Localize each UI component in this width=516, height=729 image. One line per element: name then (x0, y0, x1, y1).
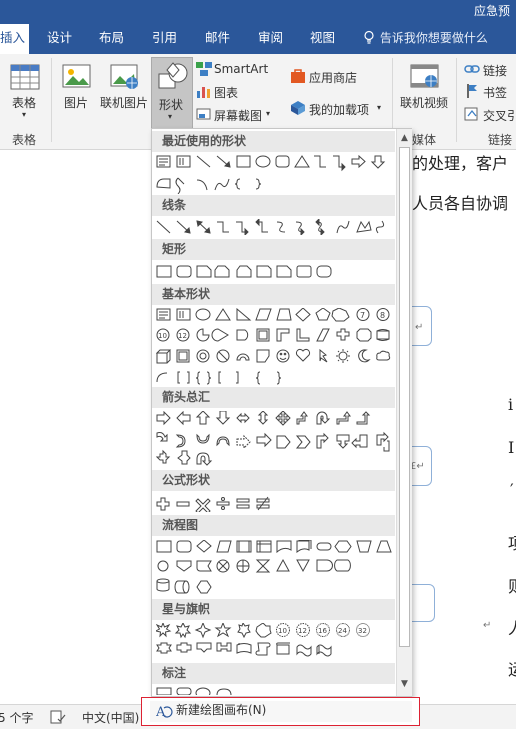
svg-text:24: 24 (338, 627, 347, 635)
svg-text:12: 12 (178, 332, 187, 340)
svg-text:16: 16 (318, 627, 327, 635)
online-video-button[interactable]: 联机视频 (400, 94, 448, 111)
recent-shapes-row[interactable] (156, 154, 396, 194)
doc-text-line: 人员各自协调 (412, 194, 509, 213)
cross-reference-button[interactable]: 交叉引 (483, 107, 516, 124)
doc-text-fragment: i (508, 395, 514, 414)
link-icon (464, 63, 480, 78)
rectangles-row[interactable] (156, 264, 396, 280)
word-count[interactable]: 5 个字 (0, 709, 33, 726)
shapes-label: 形状 (159, 98, 184, 112)
links-group-label: 链接 (488, 133, 513, 147)
smartart-icon (196, 62, 212, 79)
tab-references[interactable]: 引用 (152, 24, 177, 54)
doc-text-fragment: 运 (508, 656, 516, 680)
my-addins-button[interactable]: 我的加载项 (309, 101, 369, 118)
category-stars-banners: 星与旗帜 (152, 599, 395, 620)
language-indicator[interactable]: 中文(中国) (82, 709, 139, 726)
cross-reference-icon (464, 107, 480, 124)
app-store-button[interactable]: 应用商店 (309, 69, 357, 86)
addins-icon (290, 100, 306, 119)
flowchart-rows[interactable] (156, 540, 396, 596)
tab-design[interactable]: 设计 (47, 24, 72, 54)
paragraph-mark: ↵ (415, 322, 424, 333)
screenshot-icon (196, 107, 212, 124)
callouts-row[interactable] (156, 687, 396, 695)
scroll-down-icon[interactable]: ▼ (399, 678, 410, 690)
new-drawing-canvas-label: 新建绘图画布(N) (176, 703, 267, 717)
online-video-icon (410, 62, 440, 93)
scroll-up-icon[interactable]: ▲ (399, 132, 410, 144)
stars-banners-rows[interactable]: 10 12 16 24 32 (156, 623, 396, 659)
media-group-label: 媒体 (412, 133, 437, 147)
online-picture-button[interactable]: 联机图片 (100, 94, 148, 111)
category-block-arrows: 箭头总汇 (152, 387, 395, 408)
link-button[interactable]: 链接 (483, 62, 507, 79)
picture-icon (62, 62, 92, 93)
doc-text-fragment: 项 (508, 530, 516, 554)
table-dropdown-icon[interactable]: ▾ (22, 110, 26, 119)
doc-text-fragment: 人 (508, 615, 516, 639)
svg-text:12: 12 (298, 627, 307, 635)
store-icon (290, 68, 306, 87)
tab-view[interactable]: 视图 (310, 24, 335, 54)
proofing-icon[interactable] (50, 710, 66, 727)
gallery-scrollbar[interactable]: ▲ ▼ (396, 129, 412, 696)
category-callouts: 标注 (152, 663, 395, 684)
addins-dropdown-icon[interactable]: ▾ (377, 103, 381, 112)
bookmark-icon (466, 84, 478, 101)
table-group-label: 表格 (12, 133, 37, 147)
category-recent-shapes: 最近使用的形状 (152, 131, 395, 152)
tab-review[interactable]: 审阅 (258, 24, 283, 54)
screenshot-dropdown-icon[interactable]: ▾ (266, 109, 270, 118)
drawing-canvas-icon: A (155, 703, 174, 722)
tell-me-box[interactable]: 告诉我你想要做什么 (362, 24, 488, 54)
shapes-dropdown-icon: ▾ (168, 112, 173, 121)
paragraph-mark: ↵ (483, 620, 492, 631)
scroll-thumb[interactable] (399, 147, 410, 647)
shapes-gallery: 最近使用的形状 线条 矩形 基本形状 7 8 10 12 箭头总汇 公式形状 流… (151, 128, 412, 697)
block-arrows-rows[interactable] (156, 411, 396, 467)
title-bar: 应急预 (0, 0, 516, 24)
tab-layout[interactable]: 布局 (99, 24, 124, 54)
paragraph-mark: £↵ (410, 461, 425, 472)
doc-text-fragment: ′ (510, 480, 514, 499)
shapes-button[interactable]: 形状 ▾ (151, 57, 193, 129)
ribbon-divider (456, 58, 457, 142)
chart-button[interactable]: 图表 (214, 84, 238, 101)
svg-text:8: 8 (380, 311, 385, 320)
doc-text-fragment: 则 (508, 573, 516, 597)
table-icon (10, 64, 40, 93)
ribbon-tab-bar: 插入 设计 布局 引用 邮件 审阅 视图 告诉我你想要做什么 (0, 24, 516, 54)
equation-shapes-row[interactable] (156, 496, 396, 512)
basic-shapes-rows[interactable]: 7 8 10 12 (156, 308, 396, 388)
doc-text-line: 的处理，客户 (412, 154, 509, 173)
svg-text:7: 7 (360, 311, 365, 320)
svg-text:10: 10 (158, 332, 167, 340)
lightbulb-icon (364, 30, 374, 44)
category-lines: 线条 (152, 195, 395, 216)
screenshot-button[interactable]: 屏幕截图 (214, 107, 262, 124)
smartart-button[interactable]: SmartArt (214, 62, 268, 76)
svg-text:10: 10 (278, 627, 287, 635)
lines-row[interactable] (156, 219, 396, 235)
new-drawing-canvas-item[interactable]: A 新建绘图画布(N) (141, 697, 420, 726)
shapes-icon (157, 62, 189, 95)
chart-icon (196, 84, 212, 101)
category-rectangles: 矩形 (152, 239, 395, 260)
bookmark-button[interactable]: 书签 (483, 84, 507, 101)
category-equation-shapes: 公式形状 (152, 470, 395, 491)
tab-mailings[interactable]: 邮件 (205, 24, 230, 54)
category-basic-shapes: 基本形状 (152, 284, 395, 305)
window-title: 应急预 (473, 4, 510, 18)
online-picture-icon (110, 62, 140, 93)
ribbon-divider (51, 58, 52, 142)
table-button[interactable]: 表格 (12, 94, 36, 111)
picture-button[interactable]: 图片 (64, 94, 88, 111)
tell-me-text: 告诉我你想要做什么 (379, 31, 488, 45)
svg-text:32: 32 (358, 627, 367, 635)
doc-text-fragment: I (508, 438, 515, 457)
tab-insert[interactable]: 插入 (0, 24, 30, 54)
category-flowchart: 流程图 (152, 515, 395, 536)
